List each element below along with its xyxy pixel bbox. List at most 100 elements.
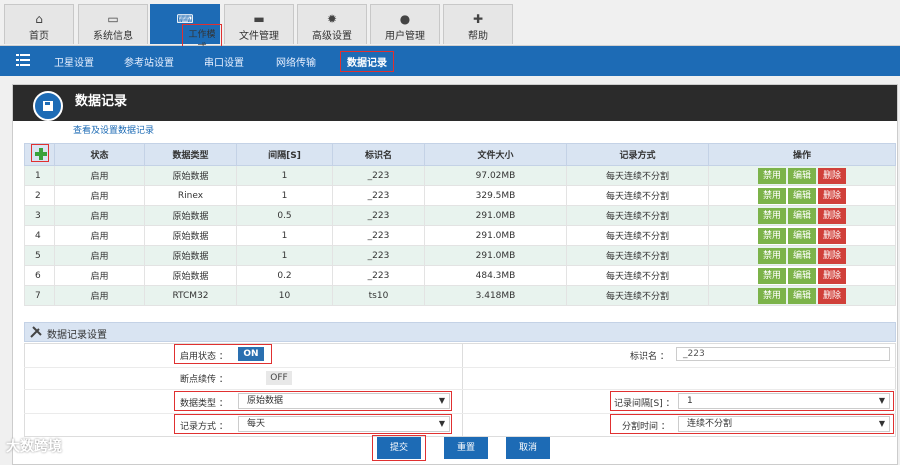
table-row: 4 启用 原始数据 1 _223 291.0MB 每天连续不分割 禁用 编辑 删除 (24, 225, 896, 246)
delete-button[interactable]: 删除 (818, 227, 846, 244)
edit-button[interactable]: 编辑 (788, 207, 816, 224)
form-divider (462, 343, 463, 437)
table-cell: 启用 (54, 245, 145, 266)
split-time-select[interactable]: 连续不分割 ▼ (678, 416, 890, 432)
col-record-mode: 记录方式 (566, 143, 709, 166)
tab-advanced-settings[interactable]: ✹ 高级设置 (297, 4, 367, 44)
table-cell: _223 (332, 185, 425, 206)
table-cell: 484.3MB (424, 265, 567, 286)
resume-toggle[interactable]: OFF (266, 371, 292, 385)
table-cell: 1 (24, 165, 55, 186)
delete-button[interactable]: 删除 (818, 187, 846, 204)
table-cell: 291.0MB (424, 245, 567, 266)
menu-icon[interactable] (16, 54, 30, 66)
home-icon: ⌂ (35, 12, 43, 26)
delete-button[interactable]: 删除 (818, 267, 846, 284)
table-cell: 291.0MB (424, 205, 567, 226)
subtab-data-record[interactable]: 数据记录 (340, 51, 394, 72)
disable-button[interactable]: 禁用 (758, 247, 786, 264)
panel-header: 数据记录 (13, 85, 897, 121)
table-cell: 329.5MB (424, 185, 567, 206)
tab-user-management[interactable]: ● 用户管理 (370, 4, 440, 44)
edit-button[interactable]: 编辑 (788, 267, 816, 284)
edit-button[interactable]: 编辑 (788, 187, 816, 204)
keyboard-icon: ⌨ (176, 12, 194, 26)
settings-header: 数据记录设置 (24, 322, 896, 342)
tab-help[interactable]: ✚ 帮助 (443, 4, 513, 44)
record-mode-label: 记录方式 ： (180, 422, 228, 432)
enable-toggle[interactable]: ON (238, 347, 264, 361)
subtab-network[interactable]: 网络传输 (276, 54, 316, 69)
table-cell: 启用 (54, 165, 145, 186)
page-title: 数据记录 (75, 94, 128, 109)
col-data-type: 数据类型 (144, 143, 237, 166)
split-time-label: 分割时间 ： (622, 422, 670, 432)
col-interval: 间隔[S] (236, 143, 333, 166)
identifier-label: 标识名 ： (630, 352, 669, 362)
data-type-select[interactable]: 原始数据 ▼ (238, 393, 450, 409)
subtab-satellite[interactable]: 卫星设置 (54, 54, 94, 69)
reset-button[interactable]: 重置 (444, 437, 488, 459)
table-header-row: 状态 数据类型 间隔[S] 标识名 文件大小 记录方式 操作 (24, 143, 896, 166)
submit-button[interactable]: 提交 (377, 437, 421, 459)
actions-cell: 禁用 编辑 删除 (708, 225, 896, 246)
delete-button[interactable]: 删除 (818, 167, 846, 184)
disable-button[interactable]: 禁用 (758, 207, 786, 224)
add-icon[interactable] (30, 144, 49, 162)
table-cell: 启用 (54, 265, 145, 286)
interval-select[interactable]: 1 ▼ (678, 393, 890, 409)
subtab-serial-port[interactable]: 串口设置 (204, 54, 244, 69)
table-cell: 7 (24, 285, 55, 306)
subtab-reference-station[interactable]: 参考站设置 (124, 54, 174, 69)
table-cell: 3.418MB (424, 285, 567, 306)
table-cell: _223 (332, 245, 425, 266)
chevron-down-icon: ▼ (878, 396, 885, 405)
table-cell: 每天连续不分割 (566, 225, 709, 246)
cancel-button[interactable]: 取消 (506, 437, 550, 459)
table-cell: 10 (236, 285, 333, 306)
tools-icon (30, 326, 42, 338)
data-record-table: 状态 数据类型 间隔[S] 标识名 文件大小 记录方式 操作 1 启用 原始数据 1 _… (24, 143, 896, 306)
form-row-divider (24, 367, 896, 368)
tab-home[interactable]: ⌂ 首页 (4, 4, 74, 44)
edit-button[interactable]: 编辑 (788, 167, 816, 184)
identifier-input[interactable]: _223 (676, 347, 890, 361)
disable-button[interactable]: 禁用 (758, 167, 786, 184)
tab-label: 用户管理 (385, 31, 425, 42)
table-cell: 2 (24, 185, 55, 206)
table-row: 3 启用 原始数据 0.5 _223 291.0MB 每天连续不分割 禁用 编辑 删除 (24, 205, 896, 226)
tab-system-info[interactable]: ▭ 系统信息 (78, 4, 148, 44)
tab-file-management[interactable]: ▬ 文件管理 (224, 4, 294, 44)
edit-button[interactable]: 编辑 (788, 287, 816, 304)
record-mode-select[interactable]: 每天 ▼ (238, 416, 450, 432)
table-cell: 3 (24, 205, 55, 226)
col-actions: 操作 (708, 143, 896, 166)
disable-button[interactable]: 禁用 (758, 187, 786, 204)
table-cell: 每天连续不分割 (566, 165, 709, 186)
delete-button[interactable]: 删除 (818, 287, 846, 304)
table-cell: 5 (24, 245, 55, 266)
disable-button[interactable]: 禁用 (758, 287, 786, 304)
save-icon (33, 91, 63, 121)
table-cell: ts10 (332, 285, 425, 306)
table-cell: 每天连续不分割 (566, 245, 709, 266)
disable-button[interactable]: 禁用 (758, 267, 786, 284)
actions-cell: 禁用 编辑 删除 (708, 185, 896, 206)
sub-navigation: 卫星设置 参考站设置 串口设置 网络传输 数据记录 (0, 46, 900, 76)
table-cell: 0.2 (236, 265, 333, 286)
table-cell: 原始数据 (144, 165, 237, 186)
table-cell: _223 (332, 225, 425, 246)
table-cell: 启用 (54, 185, 145, 206)
watermark: 大数跨境 (6, 439, 62, 455)
table-cell: 1 (236, 245, 333, 266)
delete-button[interactable]: 删除 (818, 207, 846, 224)
split-time-value: 连续不分割 (687, 419, 733, 429)
edit-button[interactable]: 编辑 (788, 227, 816, 244)
disable-button[interactable]: 禁用 (758, 227, 786, 244)
table-cell: 4 (24, 225, 55, 246)
table-cell: RTCM32 (144, 285, 237, 306)
edit-button[interactable]: 编辑 (788, 247, 816, 264)
delete-button[interactable]: 删除 (818, 247, 846, 264)
enable-status-label: 启用状态 ： (180, 352, 228, 362)
tab-work-mode[interactable]: ⌨ 工作模式 (150, 4, 222, 56)
